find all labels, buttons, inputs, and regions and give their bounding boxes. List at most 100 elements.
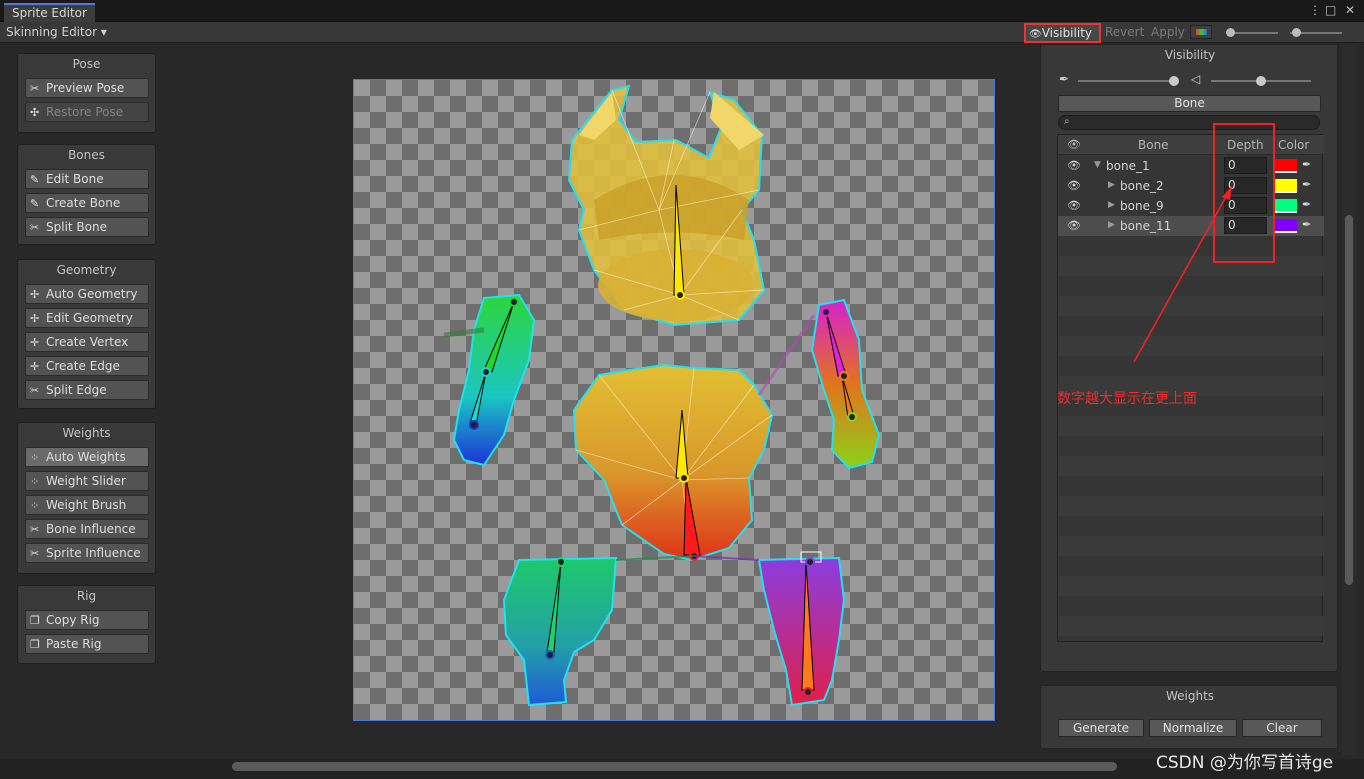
weight-slider-button[interactable]: ⁘ Weight Slider [25,471,149,491]
eyedropper-icon[interactable]: ✒ [1302,218,1311,231]
preview-pose-button[interactable]: ✂ Preview Pose [25,78,149,98]
search-icon: ⌕ [1064,116,1070,127]
edit-bone-button[interactable]: ✎ Edit Bone [25,169,149,189]
horizontal-scrollbar-thumb[interactable] [232,762,1117,771]
pose-panel: Pose ✂ Preview Pose ✣ Restore Pose [17,53,156,133]
empty-row [1058,456,1324,476]
split-edge-button[interactable]: ✂ Split Edge [25,380,149,400]
sprite-influence-button[interactable]: ✂ Sprite Influence [25,543,149,563]
menu-icon[interactable]: ⋮ [1309,3,1321,17]
tool-label: Restore Pose [46,105,124,119]
expand-arrow-icon[interactable]: ▶ [1108,180,1115,190]
apply-button[interactable]: Apply [1148,24,1188,42]
tool-label: Create Bone [46,196,121,210]
bone-influence-button[interactable]: ✂ Bone Influence [25,519,149,539]
visibility-panel-title: Visibility [1164,48,1216,62]
create-bone-button[interactable]: ✎ Create Bone [25,193,149,213]
tool-label: Split Bone [46,220,107,234]
empty-row [1058,296,1324,316]
mode-dropdown-label: Skinning Editor [6,25,97,39]
revert-button[interactable]: Revert [1102,24,1147,42]
expand-arrow-icon[interactable]: ▶ [1108,200,1115,210]
bone-search-input[interactable]: ⌕ [1058,115,1320,130]
auto-weights-button[interactable]: ⁘ Auto Weights [25,447,149,467]
left-arm-mesh[interactable] [443,293,536,467]
color-swatch[interactable] [1274,219,1297,233]
auto-weights-icon: ⁘ [30,450,40,464]
clear-button[interactable]: Clear [1242,719,1322,737]
eyedropper-icon[interactable]: ✒ [1302,198,1311,211]
head-mesh[interactable] [567,84,766,327]
tool-label: Bone Influence [46,522,136,536]
edit-geometry-button[interactable]: ✢ Edit Geometry [25,308,149,328]
tool-label: Sprite Influence [46,546,141,560]
right-arm-mesh[interactable] [810,298,881,470]
copy-rig-button[interactable]: ❐ Copy Rig [25,610,149,630]
visibility-button[interactable]: 👁Visibility [1024,23,1101,43]
tab-sprite-editor[interactable]: Sprite Editor [4,3,95,22]
bone-row[interactable]: 👁 ▶ bone_11 0 ✒ [1058,216,1324,236]
eye-icon[interactable]: 👁 [1067,138,1081,151]
weights-panel-heading: Weights [1165,689,1215,703]
size-slider-knob[interactable] [1292,28,1301,37]
brightness-slider-knob[interactable] [1226,28,1235,37]
torso-mesh[interactable] [572,363,774,562]
eyedropper-icon[interactable]: ✒ [1302,178,1311,191]
vertical-scrollbar[interactable] [1342,45,1356,755]
depth-highlight-box [1213,123,1275,263]
bone-row[interactable]: 👁 ▶ bone_2 0 ✒ [1058,176,1324,196]
eye-icon[interactable]: 👁 [1067,179,1081,192]
annotation-note: 数字越大显示在更上面 [1057,391,1197,407]
eye-icon[interactable]: 👁 [1067,159,1081,172]
restore-icon: ✣ [30,105,40,119]
bone-influence-icon: ✂ [30,522,40,536]
bone-row[interactable]: 👁 ▼ bone_1 0 ✒ [1058,156,1324,176]
bones-panel-title: Bones [68,148,105,162]
edit-geometry-icon: ✢ [30,311,40,325]
eye-icon[interactable]: 👁 [1067,219,1081,232]
bone-tab-button[interactable]: Bone [1058,95,1321,112]
empty-row [1058,496,1324,516]
bone-opacity-knob[interactable] [1169,76,1179,86]
vertical-scrollbar-thumb[interactable] [1345,215,1353,585]
mode-dropdown[interactable]: Skinning Editor ▾ [6,25,107,39]
generate-button[interactable]: Generate [1058,719,1144,737]
normalize-button[interactable]: Normalize [1149,719,1237,737]
create-vertex-button[interactable]: ✛ Create Vertex [25,332,149,352]
paste-rig-button[interactable]: ❐ Paste Rig [25,634,149,654]
bones-panel: Bones ✎ Edit Bone ✎ Create Bone ✂ Split Bon… [17,144,156,245]
split-bone-button[interactable]: ✂ Split Bone [25,217,149,237]
collapse-arrow-icon[interactable]: ▼ [1094,160,1101,170]
restore-pose-button[interactable]: ✣ Restore Pose [25,102,149,122]
sprite-viewport[interactable] [353,79,995,721]
paste-icon: ❐ [30,637,40,651]
empty-row [1058,536,1324,556]
bone-name: bone_1 [1106,159,1150,173]
window-titlebar: Sprite Editor ⋮ □ ✕ [0,0,1364,22]
weight-brush-button[interactable]: ⁘ Weight Brush [25,495,149,515]
copy-icon: ❐ [30,613,40,627]
bone-opacity-track[interactable] [1078,80,1178,82]
color-swatch[interactable] [1274,179,1297,193]
bone-row[interactable]: 👁 ▶ bone_9 0 ✒ [1058,196,1324,216]
column-header-bone[interactable]: Bone [1138,138,1169,152]
weight-slider-icon: ⁘ [30,474,40,488]
mesh-opacity-knob[interactable] [1256,76,1266,86]
rig-panel-title: Rig [76,589,97,603]
color-swatch[interactable] [1274,159,1297,173]
split-edge-icon: ✂ [30,383,40,397]
eye-icon[interactable]: 👁 [1067,199,1081,212]
right-leg-mesh[interactable] [757,551,846,707]
create-edge-button[interactable]: ✛ Create Edge [25,356,149,376]
auto-geometry-button[interactable]: ✢ Auto Geometry [25,284,149,304]
bone-name: bone_9 [1120,199,1164,213]
color-swatch[interactable] [1274,199,1297,213]
expand-arrow-icon[interactable]: ▶ [1108,220,1115,230]
close-icon[interactable]: ✕ [1345,3,1355,17]
eyedropper-icon[interactable]: ✒ [1302,158,1311,171]
column-header-color[interactable]: Color [1278,138,1309,152]
tool-label: Create Vertex [46,335,129,349]
maximize-icon[interactable]: □ [1325,3,1336,17]
bone-create-icon: ✎ [30,196,40,210]
color-toggle-button[interactable] [1190,25,1212,39]
